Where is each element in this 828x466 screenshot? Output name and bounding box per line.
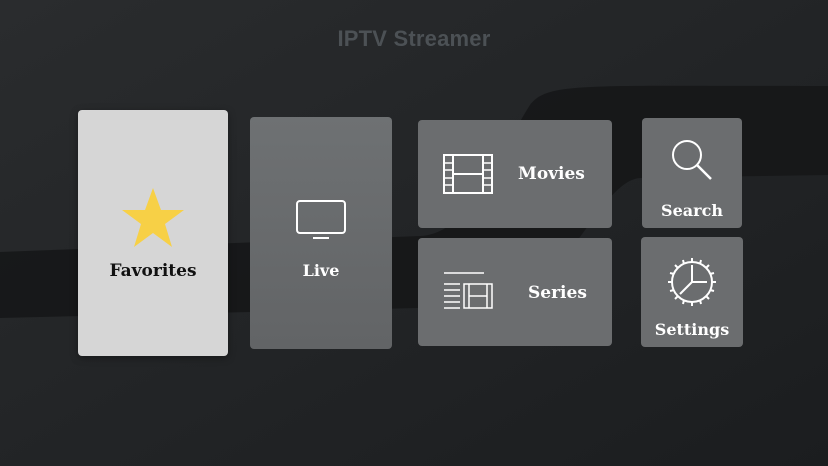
series-icon <box>444 272 493 309</box>
live-tile[interactable]: Live <box>250 117 392 349</box>
gear-icon <box>668 258 716 306</box>
settings-tile[interactable]: Settings <box>641 237 743 347</box>
app-title: IPTV Streamer <box>337 26 491 51</box>
movies-label: Movies <box>518 164 585 184</box>
movies-tile[interactable]: Movies <box>418 120 612 228</box>
search-tile[interactable]: Search <box>642 118 742 228</box>
film-icon <box>443 154 493 194</box>
series-label: Series <box>528 283 587 303</box>
magnifier-icon <box>672 140 712 180</box>
star-icon <box>122 188 184 247</box>
live-label: Live <box>302 261 340 280</box>
settings-label: Settings <box>654 320 730 339</box>
search-label: Search <box>661 201 723 220</box>
favorites-label: Favorites <box>109 261 197 281</box>
tv-icon <box>296 200 346 239</box>
favorites-tile[interactable]: Favorites <box>78 110 228 356</box>
series-tile[interactable]: Series <box>418 238 612 346</box>
